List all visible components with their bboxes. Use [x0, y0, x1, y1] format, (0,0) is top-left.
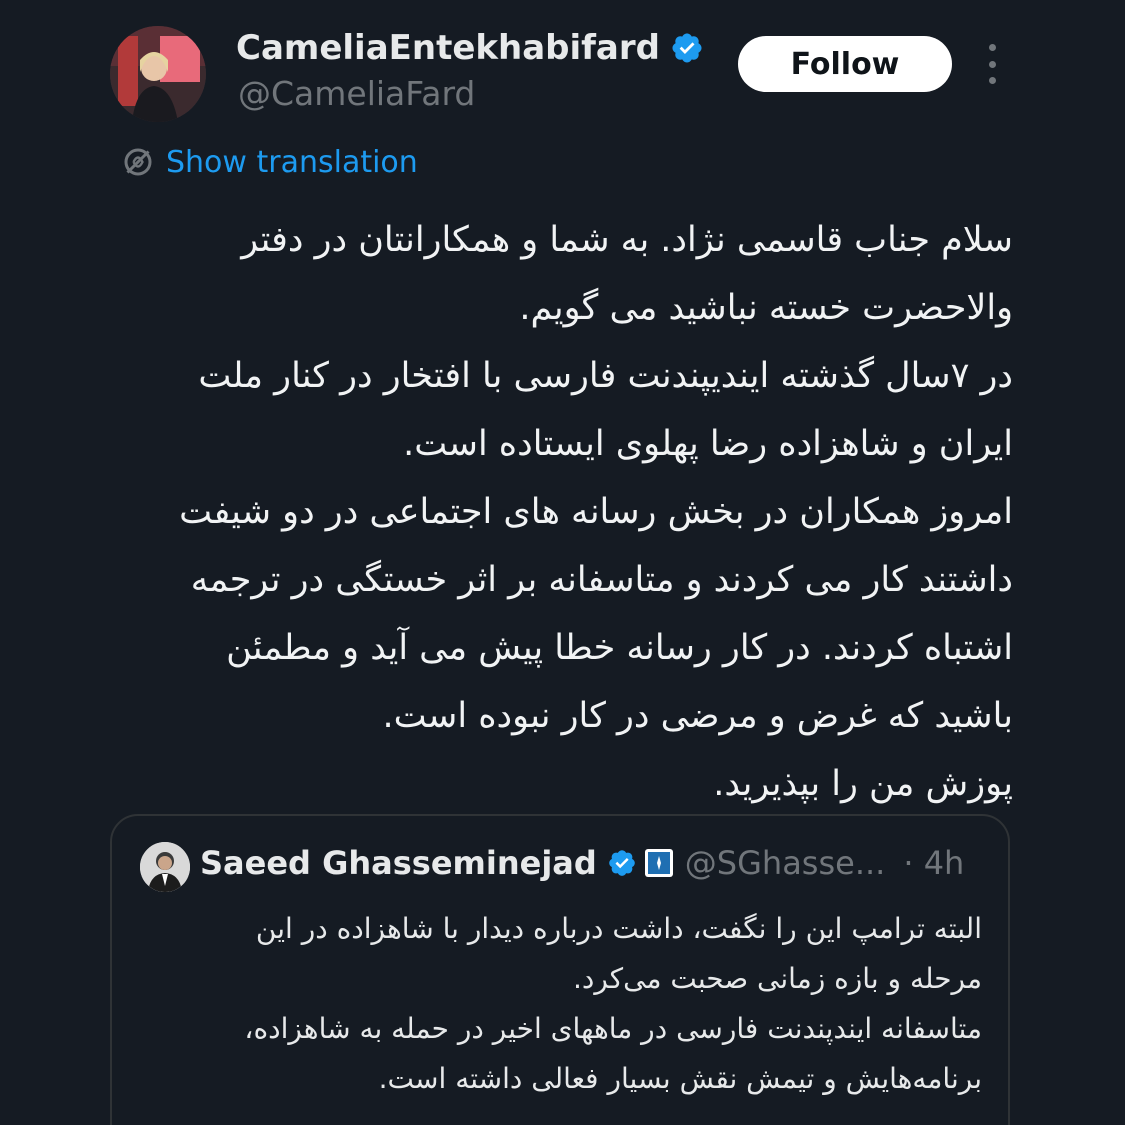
tweet-line: والاحضرت خسته نباشید می گویم. [519, 288, 1013, 328]
show-translation-label[interactable]: Show translation [166, 145, 418, 180]
follow-button[interactable]: Follow [738, 36, 952, 92]
tweet-line: پوزش من را بپذیرید. [713, 764, 1013, 804]
quoted-line: مرحله و بازه زمانی صحبت می‌کرد. [572, 962, 982, 995]
tweet-view: CameliaEntekhabifard @CameliaFard Follow… [0, 0, 1125, 1125]
more-vertical-icon[interactable] [978, 44, 1006, 84]
translate-icon [124, 148, 152, 176]
verified-badge-icon [672, 33, 702, 63]
quoted-author-avatar[interactable] [140, 842, 190, 892]
quoted-timestamp[interactable]: · 4h [903, 844, 964, 882]
tweet-line: سلام جناب قاسمی نژاد. به شما و همکارانتا… [241, 220, 1013, 260]
quoted-tweet-card[interactable]: Saeed Ghasseminejad @SGhasse... · 4h الب… [110, 814, 1010, 1125]
quoted-tweet-text: البته ترامپ این را نگفت، داشت درباره دید… [172, 904, 982, 1104]
affiliation-badge-icon [644, 849, 673, 877]
author-display-name[interactable]: CameliaEntekhabifard [236, 28, 660, 68]
tweet-text: سلام جناب قاسمی نژاد. به شما و همکارانتا… [115, 206, 1013, 818]
profile-photo-icon [110, 26, 206, 122]
quoted-display-name[interactable]: Saeed Ghasseminejad [200, 844, 597, 882]
show-translation-link[interactable]: Show translation [120, 144, 418, 180]
author-name[interactable]: CameliaEntekhabifard [236, 28, 704, 68]
tweet-line: امروز همکاران در بخش رسانه های اجتماعی د… [179, 492, 1013, 532]
quoted-author-row[interactable]: Saeed Ghasseminejad @SGhasse... · 4h [200, 844, 964, 882]
tweet-line: ایران و شاهزاده رضا پهلوی ایستاده است. [403, 424, 1013, 464]
author-avatar[interactable] [110, 26, 206, 122]
quoted-line: برنامه‌هایش و تیمش نقش بسیار فعالی داشته… [378, 1062, 982, 1095]
tweet-line: داشتند کار می کردند و متاسفانه بر اثر خس… [190, 560, 1013, 600]
quoted-line: البته ترامپ این را نگفت، داشت درباره دید… [255, 912, 982, 945]
tweet-line: اشتباه کردند. در کار رسانه خطا پیش می آی… [226, 628, 1013, 668]
quoted-line: متاسفانه ایندپندنت فارسی در ماههای اخیر … [244, 1012, 982, 1045]
author-handle[interactable]: @CameliaFard [238, 74, 475, 113]
quoted-handle[interactable]: @SGhasse... [685, 844, 886, 882]
tweet-line: باشید که غرض و مرضی در کار نبوده است. [382, 696, 1013, 736]
tweet-line: در ۷سال گذشته ایندیپندنت فارسی با افتخار… [198, 356, 1013, 396]
profile-photo-icon [140, 842, 190, 892]
verified-badge-icon [608, 850, 635, 876]
